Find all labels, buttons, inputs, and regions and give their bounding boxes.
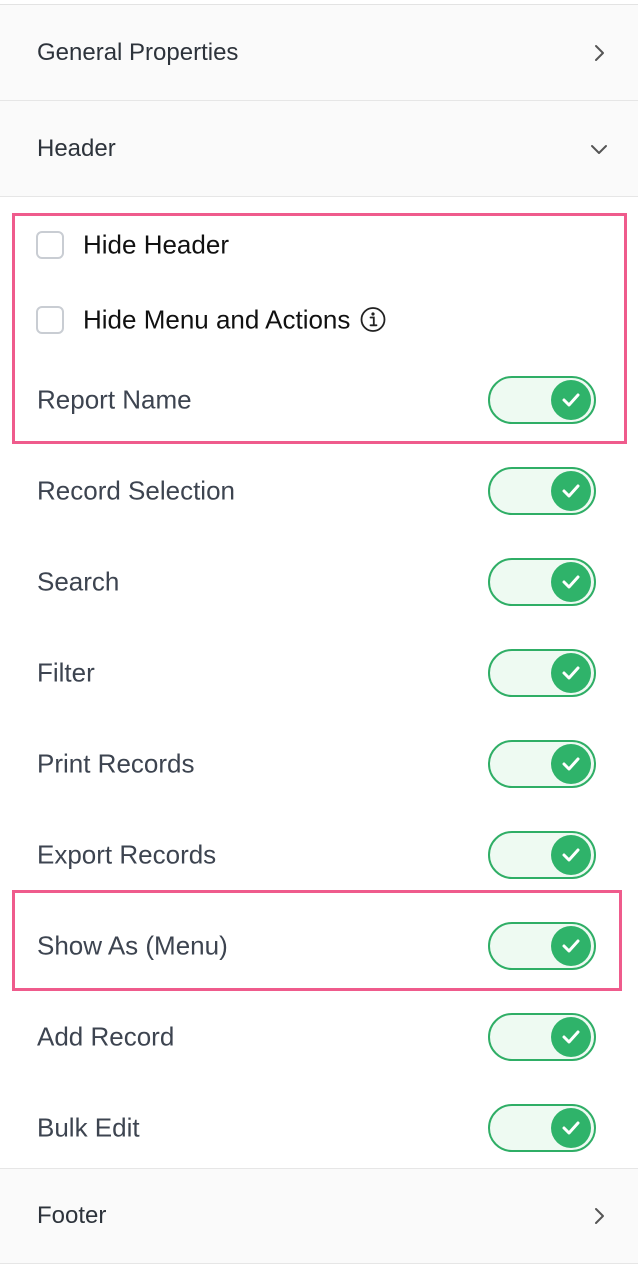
toggle-label: Show As (Menu) — [37, 930, 228, 961]
toggle-row-show-as-menu: Show As (Menu) — [0, 921, 638, 971]
toggle-row-record-selection: Record Selection — [0, 466, 638, 516]
show-as-menu-toggle[interactable] — [488, 922, 596, 970]
toggle-row-export-records: Export Records — [0, 830, 638, 880]
record-selection-toggle[interactable] — [488, 467, 596, 515]
section-general-properties[interactable]: General Properties — [0, 5, 638, 101]
toggle-label: Print Records — [37, 748, 195, 779]
print-records-toggle[interactable] — [488, 740, 596, 788]
check-icon — [562, 757, 580, 771]
hide-menu-actions-option[interactable]: Hide Menu and Actions — [0, 295, 638, 345]
toggle-knob — [551, 653, 591, 693]
filter-toggle[interactable] — [488, 649, 596, 697]
chevron-right-icon — [595, 44, 604, 61]
toggle-label: Export Records — [37, 839, 217, 870]
toggle-row-add-record: Add Record — [0, 1012, 638, 1062]
export-records-toggle[interactable] — [488, 831, 596, 879]
toggle-knob — [551, 1108, 591, 1148]
toggle-label: Report Name — [37, 384, 192, 415]
section-label: General Properties — [37, 38, 239, 66]
check-icon — [562, 484, 580, 498]
hide-menu-actions-label: Hide Menu and Actions — [83, 304, 351, 335]
toggle-label: Search — [37, 566, 120, 597]
toggle-label: Add Record — [37, 1021, 175, 1052]
hide-header-checkbox[interactable] — [36, 231, 64, 259]
toggle-label: Filter — [37, 657, 95, 688]
chevron-down-icon — [591, 144, 607, 154]
toggle-row-bulk-edit: Bulk Edit — [0, 1103, 638, 1153]
toggle-knob — [551, 744, 591, 784]
toggle-row-report-name: Report Name — [0, 375, 638, 425]
properties-panel: General Properties Header Hide Header Hi… — [0, 0, 638, 1274]
check-icon — [562, 939, 580, 953]
toggle-knob — [551, 380, 591, 420]
section-label: Header — [37, 134, 116, 162]
toggle-knob — [551, 926, 591, 966]
check-icon — [562, 1030, 580, 1044]
search-toggle[interactable] — [488, 558, 596, 606]
section-footer[interactable]: Footer — [0, 1168, 638, 1264]
toggle-knob — [551, 1017, 591, 1057]
chevron-right-icon — [595, 1208, 604, 1224]
toggle-knob — [551, 562, 591, 602]
hide-header-label: Hide Header — [83, 229, 229, 260]
check-icon — [562, 1121, 580, 1135]
bulk-edit-toggle[interactable] — [488, 1104, 596, 1152]
hide-menu-actions-checkbox[interactable] — [36, 306, 64, 334]
hide-menu-actions-text: Hide Menu and Actions — [83, 305, 386, 336]
check-icon — [562, 848, 580, 862]
toggle-label: Record Selection — [37, 475, 235, 506]
toggle-knob — [551, 835, 591, 875]
section-label: Footer — [37, 1202, 107, 1229]
section-header[interactable]: Header — [0, 101, 638, 197]
report-name-toggle[interactable] — [488, 376, 596, 424]
check-icon — [562, 575, 580, 589]
hide-header-option[interactable]: Hide Header — [0, 220, 638, 270]
check-icon — [562, 666, 580, 680]
toggle-knob — [551, 471, 591, 511]
add-record-toggle[interactable] — [488, 1013, 596, 1061]
toggle-row-search: Search — [0, 557, 638, 607]
toggle-label: Bulk Edit — [37, 1112, 140, 1143]
toggle-row-print-records: Print Records — [0, 739, 638, 789]
toggle-row-filter: Filter — [0, 648, 638, 698]
info-icon[interactable] — [360, 307, 386, 333]
check-icon — [562, 393, 580, 407]
